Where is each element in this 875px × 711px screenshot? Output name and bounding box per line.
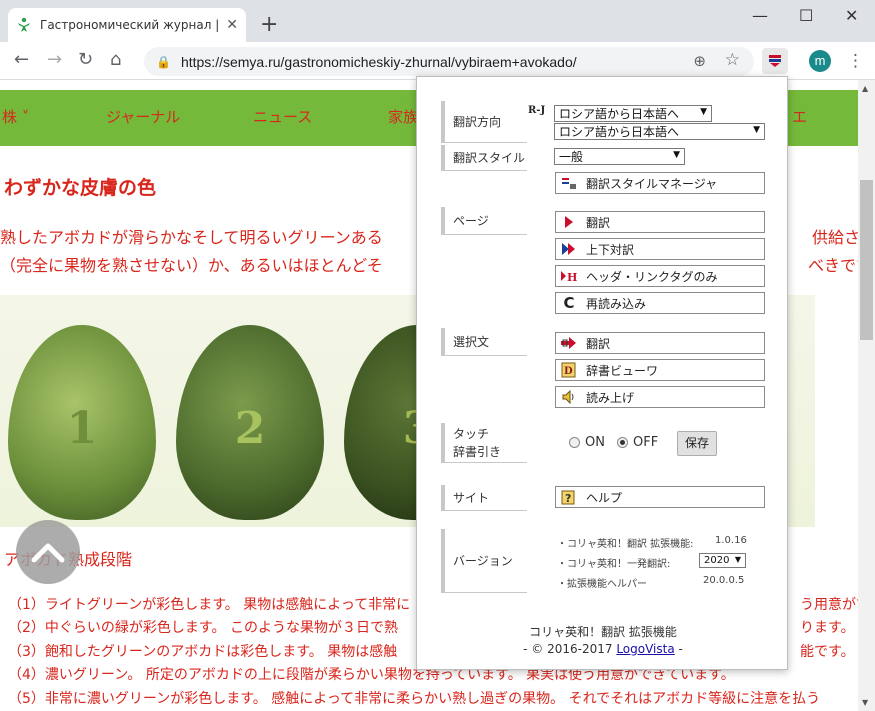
translator-popup: 翻訳方向 R-J ロシア語から日本語へ ▼ ロシア語から日本語へ ▼ 翻訳スタイル …	[416, 76, 788, 670]
avocado-2: 2	[176, 325, 324, 520]
translator-extension-icon	[769, 55, 781, 67]
direction-label: 翻訳方向	[441, 101, 527, 143]
nav-item-news[interactable]: ニュース	[253, 106, 312, 127]
style-label: 翻訳スタイル	[441, 145, 527, 171]
chevron-down-icon: ▼	[753, 125, 760, 135]
version-label: バージョン	[441, 529, 527, 593]
touch-off-radio[interactable]: OFF	[617, 435, 658, 450]
svg-text:?: ?	[565, 492, 571, 505]
style-manager-label: 翻訳スタイルマネージャ	[586, 176, 718, 191]
address-bar[interactable]: 🔒 https://semya.ru/gastronomicheskiy-zhu…	[144, 47, 754, 76]
save-button[interactable]: 保存	[677, 431, 717, 456]
touch-dictionary-label: タッチ 辞書引き	[441, 423, 527, 463]
avocado-number-2: 2	[234, 403, 266, 454]
scroll-to-top-button[interactable]	[4, 520, 84, 584]
popup-footer-title: コリャ英和！翻訳 拡張機能	[529, 625, 677, 639]
svg-text:H: H	[567, 271, 577, 282]
scroll-down-arrow-icon[interactable]: ▼	[862, 698, 868, 707]
zoom-icon[interactable]: ⊕	[693, 52, 706, 70]
chevron-down-icon: ▼	[673, 150, 680, 160]
style-manager-button[interactable]: 翻訳スタイルマネージャ	[555, 172, 765, 194]
svg-text:D: D	[564, 366, 573, 377]
chevron-down-icon: ▼	[700, 107, 707, 117]
page-reload-button[interactable]: C 再読み込み	[555, 292, 765, 314]
read-aloud-button[interactable]: 読み上げ	[555, 386, 765, 408]
direction-select[interactable]: ロシア語から日本語へ ▼	[554, 123, 765, 140]
page-header-link-button[interactable]: H ヘッダ・リンクタグのみ	[555, 265, 765, 287]
home-button[interactable]: ⌂	[110, 51, 121, 69]
close-window-button[interactable]: ✕	[845, 6, 858, 25]
header-h-icon: H	[560, 268, 578, 284]
selection-translate-icon	[560, 335, 578, 351]
browser-tab[interactable]: Гастрономический журнал | Сем ✕	[8, 8, 246, 42]
reload-icon: C	[563, 294, 575, 312]
tab-strip: Гастрономический журнал | Сем ✕ + — ☐ ✕	[0, 0, 875, 42]
direction-select-top[interactable]: ロシア語から日本語へ ▼	[554, 105, 712, 122]
page-parallel-button[interactable]: 上下対訳	[555, 238, 765, 260]
minimize-button[interactable]: —	[752, 6, 768, 25]
page-label: ページ	[441, 207, 527, 235]
style-select[interactable]: 一般 ▼	[554, 148, 685, 165]
radio-off-dot	[569, 437, 580, 448]
browser-menu-icon[interactable]: ⋮	[847, 51, 864, 71]
nav-item-journal[interactable]: ジャーナル	[106, 106, 180, 127]
touch-on-radio[interactable]: ON	[569, 435, 605, 450]
play-red-icon	[560, 214, 578, 230]
profile-avatar[interactable]: m	[809, 50, 831, 72]
chevron-down-icon: ▼	[734, 555, 741, 564]
intro-line-2-end: べきです。	[808, 256, 858, 275]
new-tab-button[interactable]: +	[260, 14, 278, 36]
page-translate-button[interactable]: 翻訳	[555, 211, 765, 233]
avocado-1: 1	[8, 325, 156, 520]
nav-item-1[interactable]: 株 ˅	[2, 106, 29, 127]
back-button[interactable]: ←	[14, 51, 29, 69]
version-row-helper: ・拡張機能ヘルパー 20.0.0.5	[557, 575, 745, 590]
logovista-link[interactable]: LogoVista	[616, 642, 674, 656]
version-row-oneshot: ・コリャ英和！一発翻訳:	[557, 559, 671, 570]
maximize-button[interactable]: ☐	[799, 6, 813, 25]
tab-close-icon[interactable]: ✕	[226, 17, 238, 33]
scrollbar-thumb[interactable]	[860, 180, 873, 340]
selection-translate-button[interactable]: 翻訳	[555, 332, 765, 354]
intro-line-2: （完全に果物を熟させない）か、あるいはほとんどそ	[0, 256, 383, 275]
radio-on-dot	[617, 437, 628, 448]
forward-button[interactable]: →	[47, 51, 62, 69]
style-manager-icon	[560, 175, 578, 191]
scroll-up-arrow-icon[interactable]: ▲	[862, 84, 868, 93]
article-heading: わずかな皮膚の色	[4, 177, 157, 199]
nav-item-family[interactable]: 家族	[388, 106, 418, 127]
tab-title: Гастрономический журнал | Сем	[40, 18, 218, 32]
nav-item-5[interactable]: エ	[792, 106, 807, 127]
site-favicon-icon	[18, 17, 30, 32]
reload-button[interactable]: ↻	[78, 51, 93, 69]
translator-extension-button[interactable]	[762, 48, 788, 74]
version-row-extension: ・コリャ英和！翻訳 拡張機能: 1.0.16	[557, 535, 747, 550]
list-item: （5）非常に濃いグリーンが彩色します。 感触によって非常に柔らかい熟し過ぎの果物…	[8, 690, 821, 707]
oneshot-version-select[interactable]: 2020 ▼	[699, 553, 746, 568]
intro-line-1-end: 供給され	[812, 228, 858, 247]
browser-toolbar: ← → ↻ ⌂ 🔒 https://semya.ru/gastronomiche…	[0, 42, 875, 80]
dictionary-viewer-button[interactable]: D 辞書ビューワ	[555, 359, 765, 381]
site-label: サイト	[441, 485, 527, 511]
direction-badge: R-J	[528, 105, 546, 116]
intro-line-1: 熟したアボカドが滑らかなそして明るいグリーンある	[0, 228, 383, 247]
selection-label: 選択文	[441, 328, 527, 356]
url-text[interactable]: https://semya.ru/gastronomicheskiy-zhurn…	[181, 54, 577, 70]
bookmark-star-icon[interactable]: ☆	[725, 50, 740, 70]
lock-icon: 🔒	[156, 54, 171, 69]
help-button[interactable]: ? ヘルプ	[555, 486, 765, 508]
speaker-icon	[560, 389, 578, 405]
page-scrollbar[interactable]: ▲ ▼	[858, 80, 875, 711]
popup-footer-copyright: - © 2016-2017 LogoVista -	[523, 642, 683, 656]
avocado-number-1: 1	[66, 403, 98, 454]
double-play-icon	[560, 241, 578, 257]
dictionary-icon: D	[560, 362, 578, 378]
help-icon: ?	[560, 489, 578, 505]
